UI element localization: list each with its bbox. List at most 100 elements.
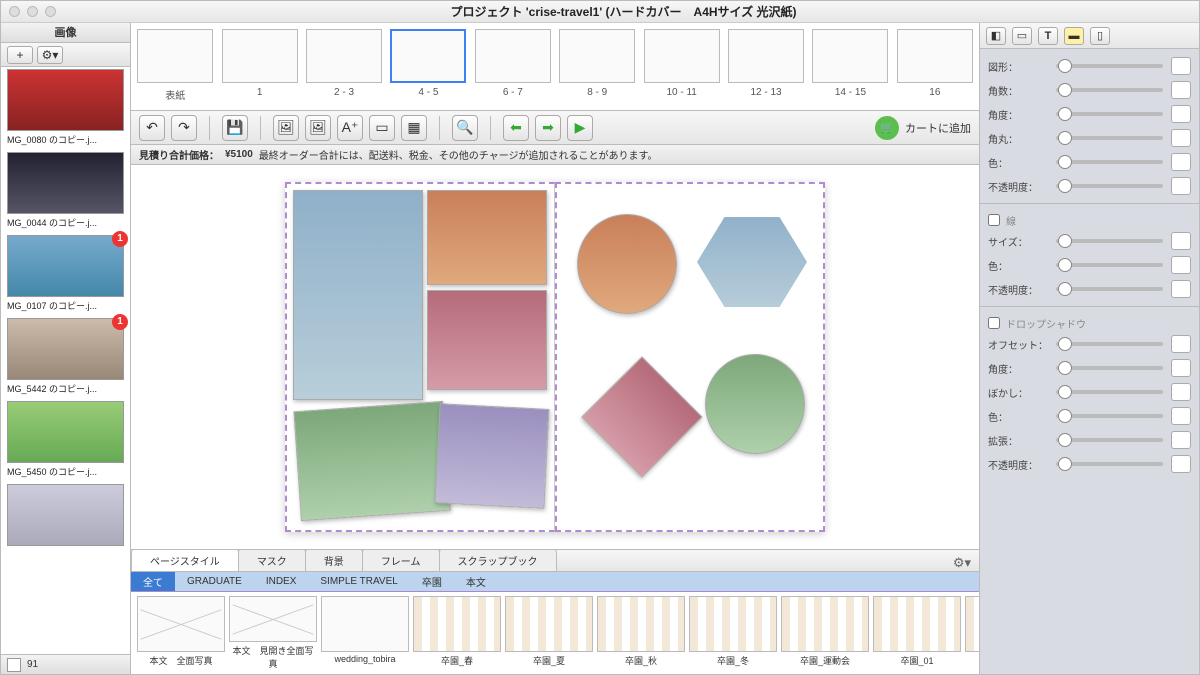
image-thumb[interactable]: 1MG_0107 のコピー.j...	[1, 233, 130, 316]
style-item[interactable]: 本文 見開き全面写真	[229, 596, 317, 670]
style-item[interactable]: 卒園_運動会	[781, 596, 869, 670]
spread-thumb[interactable]: 表紙	[137, 29, 213, 104]
photo-slot[interactable]	[427, 290, 547, 390]
style-item[interactable]: 卒園_冬	[689, 596, 777, 670]
image-thumb[interactable]: 1MG_5442 のコピー.j...	[1, 316, 130, 399]
stroke-checkbox[interactable]: 線	[988, 210, 1191, 230]
property-well[interactable]	[1171, 232, 1191, 250]
grid-view-icon[interactable]	[7, 658, 21, 672]
tab-layout-icon[interactable]: ◧	[986, 27, 1006, 45]
property-well[interactable]	[1171, 256, 1191, 274]
property-well[interactable]	[1171, 81, 1191, 99]
property-slider[interactable]	[1056, 64, 1163, 68]
image-list[interactable]: MG_0080 のコピー.j...MG_0044 のコピー.j...1MG_01…	[1, 67, 130, 654]
photo-slot-hexagon[interactable]	[697, 212, 807, 312]
property-slider[interactable]	[1056, 160, 1163, 164]
next-page-button[interactable]: ➡	[535, 115, 561, 141]
property-slider[interactable]	[1056, 287, 1163, 291]
property-slider[interactable]	[1056, 462, 1163, 466]
style-filter[interactable]: 本文	[454, 572, 498, 591]
close-icon[interactable]	[9, 6, 20, 17]
property-well[interactable]	[1171, 431, 1191, 449]
photo-slot[interactable]	[434, 403, 549, 509]
style-filter[interactable]: SIMPLE TRAVEL	[308, 572, 409, 591]
add-new-image-button[interactable]: 🖼	[305, 115, 331, 141]
property-slider[interactable]	[1056, 263, 1163, 267]
property-well[interactable]	[1171, 359, 1191, 377]
property-slider[interactable]	[1056, 88, 1163, 92]
property-well[interactable]	[1171, 105, 1191, 123]
spread-thumb[interactable]: 6 - 7	[475, 29, 551, 104]
style-filter[interactable]: INDEX	[254, 572, 309, 591]
prev-page-button[interactable]: ⬅	[503, 115, 529, 141]
style-filter[interactable]: GRADUATE	[175, 572, 254, 591]
save-button[interactable]: 💾	[222, 115, 248, 141]
add-text-button[interactable]: A⁺	[337, 115, 363, 141]
bottom-gear-icon[interactable]: ⚙▾	[953, 555, 971, 571]
zoom-icon[interactable]	[45, 6, 56, 17]
spread-thumb[interactable]: 12 - 13	[728, 29, 804, 104]
property-slider[interactable]	[1056, 414, 1163, 418]
property-slider[interactable]	[1056, 390, 1163, 394]
bottom-tab[interactable]: マスク	[238, 549, 306, 571]
bottom-tab[interactable]: フレーム	[362, 549, 440, 571]
add-shape-button[interactable]: ▭	[369, 115, 395, 141]
image-thumb[interactable]: MG_5450 のコピー.j...	[1, 399, 130, 482]
style-item[interactable]: 卒園_02	[965, 596, 979, 670]
property-slider[interactable]	[1056, 366, 1163, 370]
image-thumb[interactable]: MG_0080 のコピー.j...	[1, 67, 130, 150]
spread-thumb[interactable]: 14 - 15	[812, 29, 888, 104]
image-thumb[interactable]: MG_0044 のコピー.j...	[1, 150, 130, 233]
add-group-button[interactable]: ▦	[401, 115, 427, 141]
add-to-cart-button[interactable]: 🛒 カートに追加	[875, 116, 971, 140]
photo-slot[interactable]	[293, 401, 450, 521]
photo-slot-circle[interactable]	[705, 354, 805, 454]
property-well[interactable]	[1171, 280, 1191, 298]
style-item[interactable]: wedding_tobira	[321, 596, 409, 670]
photo-slot-diamond[interactable]	[581, 356, 703, 478]
style-item[interactable]: 本文 全面写真	[137, 596, 225, 670]
tab-text-icon[interactable]: T	[1038, 27, 1058, 45]
property-well[interactable]	[1171, 153, 1191, 171]
minimize-icon[interactable]	[27, 6, 38, 17]
add-image-button[interactable]: +	[7, 46, 33, 64]
spread-thumb[interactable]: 16	[897, 29, 973, 104]
add-photo-button[interactable]: 🖼	[273, 115, 299, 141]
spread-thumb[interactable]: 2 - 3	[306, 29, 382, 104]
photo-slot-circle[interactable]	[577, 214, 677, 314]
style-item[interactable]: 卒園_春	[413, 596, 501, 670]
style-item[interactable]: 卒園_秋	[597, 596, 685, 670]
photo-slot[interactable]	[427, 190, 547, 285]
style-filter[interactable]: 卒園	[410, 572, 454, 591]
property-well[interactable]	[1171, 455, 1191, 473]
undo-button[interactable]: ↶	[139, 115, 165, 141]
photo-slot[interactable]	[293, 190, 423, 400]
bottom-tab[interactable]: スクラップブック	[439, 549, 557, 571]
spread-thumbnails[interactable]: 表紙12 - 34 - 56 - 78 - 910 - 1112 - 1314 …	[131, 23, 979, 111]
property-well[interactable]	[1171, 177, 1191, 195]
tab-color-icon[interactable]: ▬	[1064, 27, 1084, 45]
property-well[interactable]	[1171, 335, 1191, 353]
bottom-tab[interactable]: 背景	[305, 549, 363, 571]
property-well[interactable]	[1171, 129, 1191, 147]
tab-page-icon[interactable]: ▯	[1090, 27, 1110, 45]
play-button[interactable]: ▶	[567, 115, 593, 141]
property-slider[interactable]	[1056, 136, 1163, 140]
tab-frame-icon[interactable]: ▭	[1012, 27, 1032, 45]
sidebar-gear-button[interactable]: ⚙▾	[37, 46, 63, 64]
property-well[interactable]	[1171, 383, 1191, 401]
spread-thumb[interactable]: 8 - 9	[559, 29, 635, 104]
shadow-checkbox[interactable]: ドロップシャドウ	[988, 313, 1191, 333]
style-gallery[interactable]: 本文 全面写真本文 見開き全面写真wedding_tobira卒園_春卒園_夏卒…	[131, 592, 979, 674]
spread-thumb[interactable]: 10 - 11	[643, 29, 719, 104]
redo-button[interactable]: ↷	[171, 115, 197, 141]
style-item[interactable]: 卒園_01	[873, 596, 961, 670]
property-slider[interactable]	[1056, 112, 1163, 116]
property-slider[interactable]	[1056, 342, 1163, 346]
style-item[interactable]: 卒園_夏	[505, 596, 593, 670]
style-filter[interactable]: 全て	[131, 572, 175, 591]
zoom-out-button[interactable]: 🔍	[452, 115, 478, 141]
property-slider[interactable]	[1056, 239, 1163, 243]
page-right[interactable]	[555, 182, 825, 532]
bottom-tab[interactable]: ページスタイル	[131, 549, 239, 571]
